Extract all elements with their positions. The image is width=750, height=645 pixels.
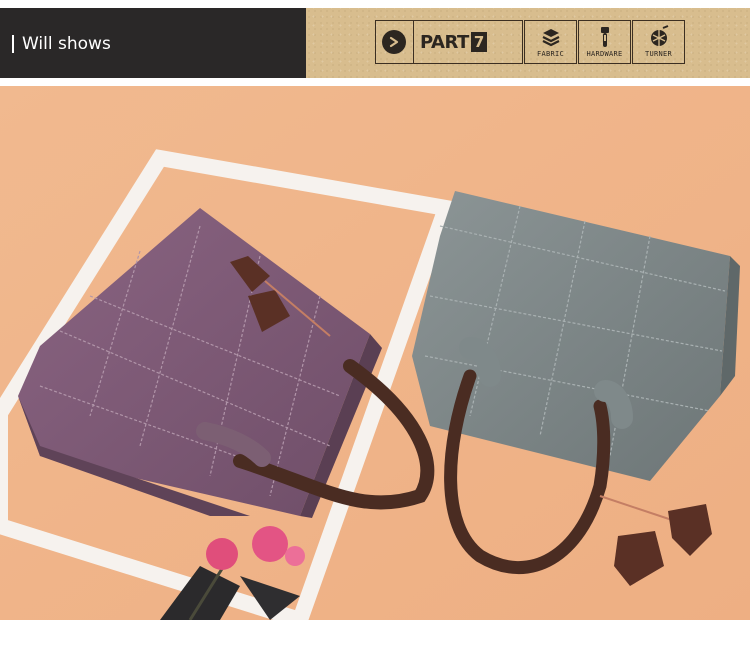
product-photo: [0, 86, 750, 620]
part-number: 7: [470, 32, 487, 52]
section-title: Will shows: [12, 34, 111, 54]
section-title-text: Will shows: [22, 34, 111, 54]
hardware-label: HARDWARE: [586, 50, 623, 58]
hardware-cell: HARDWARE: [578, 20, 631, 64]
hardware-icon: [600, 27, 609, 47]
fabric-icon: [542, 29, 559, 47]
part-label: PART 7: [420, 32, 487, 53]
page-header: Will shows PART 7 FABRIC HARDWARE TURNER: [0, 0, 750, 78]
header-title-panel: Will shows: [0, 8, 306, 78]
turner-icon: [650, 25, 668, 46]
fabric-label: FABRIC: [536, 50, 565, 58]
part-badge: PART 7: [375, 20, 523, 64]
fabric-cell: FABRIC: [524, 20, 577, 64]
part-text: PART: [420, 31, 469, 53]
gray-handbag: [412, 191, 740, 586]
turner-label: TURNER: [644, 50, 673, 58]
play-arrow-icon: [382, 30, 406, 54]
turner-cell: TURNER: [632, 20, 685, 64]
title-bar-accent: [12, 35, 14, 53]
part-separator: [413, 20, 414, 64]
